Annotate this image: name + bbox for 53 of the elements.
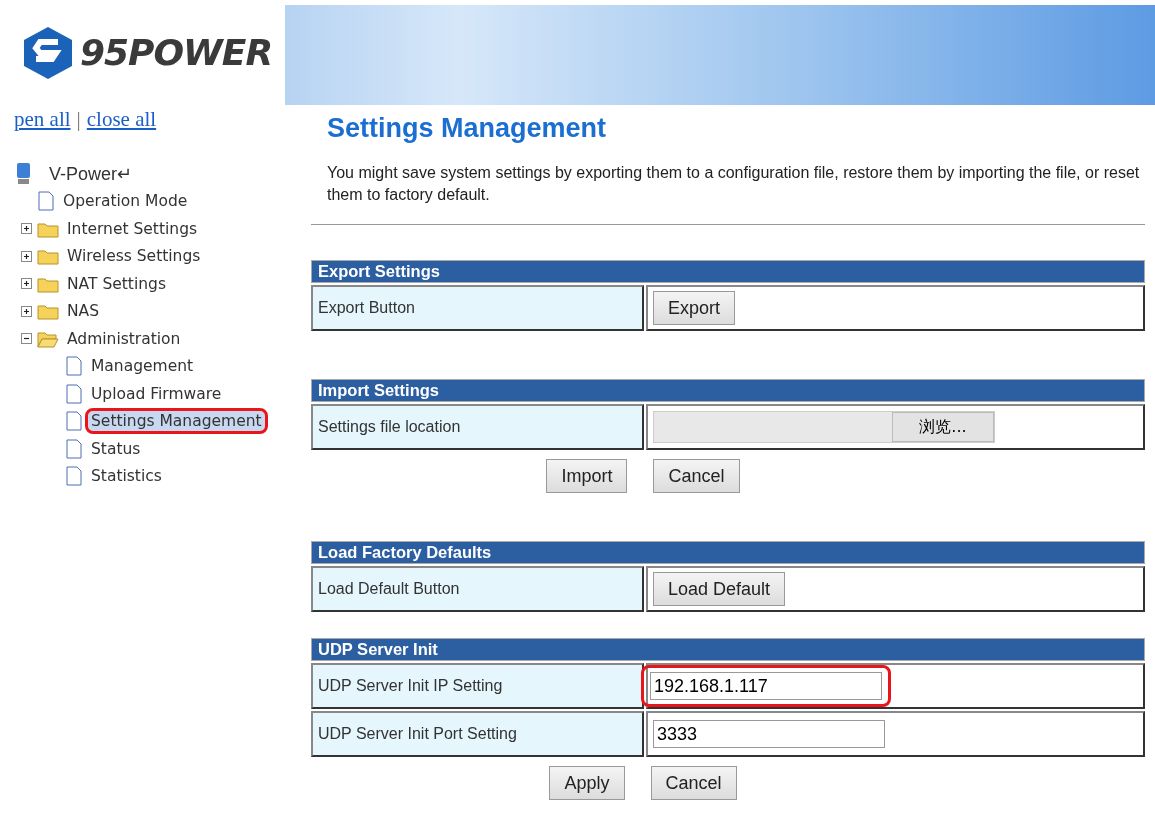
- expand-icon[interactable]: [21, 305, 32, 317]
- section-header: Export Settings: [311, 260, 1145, 283]
- expand-icon[interactable]: [21, 250, 32, 262]
- tree-item[interactable]: Upload Firmware: [88, 383, 225, 404]
- browse-button[interactable]: 浏览...: [892, 412, 994, 442]
- form-button[interactable]: Import: [546, 459, 628, 493]
- field-label: Export Button: [311, 285, 644, 331]
- tree-root[interactable]: V-Power↵: [49, 162, 133, 185]
- file-field[interactable]: 浏览...: [653, 411, 995, 443]
- field-label: Settings file location: [311, 404, 644, 450]
- expand-icon[interactable]: [21, 278, 32, 290]
- tree-item[interactable]: Operation Mode: [60, 191, 191, 212]
- computer-icon: [16, 161, 32, 186]
- folder-icon: [37, 329, 59, 348]
- form-button[interactable]: Cancel: [650, 766, 737, 800]
- action-button[interactable]: Export: [653, 291, 736, 325]
- page-icon: [65, 411, 83, 432]
- tree-item[interactable]: Settings Management: [88, 411, 265, 432]
- page-title: Settings Management: [327, 113, 608, 144]
- folder-icon: [37, 247, 59, 266]
- field-label: UDP Server Init IP Setting: [311, 663, 644, 709]
- collapse-icon[interactable]: [21, 333, 32, 345]
- open-all-link[interactable]: pen all: [14, 107, 71, 132]
- expand-icon[interactable]: [21, 223, 32, 235]
- folder-icon: [37, 302, 59, 321]
- input-field[interactable]: 3333: [653, 720, 885, 748]
- action-button[interactable]: Load Default: [653, 572, 786, 606]
- input-field[interactable]: 192.168.1.117: [650, 672, 882, 700]
- logo-icon: [22, 24, 74, 81]
- page-icon: [65, 356, 83, 377]
- form-button[interactable]: Apply: [549, 766, 625, 800]
- section-header: Load Factory Defaults: [311, 541, 1145, 564]
- tree-item[interactable]: NAS: [64, 301, 103, 322]
- section-header: UDP Server Init: [311, 638, 1145, 661]
- logo-text: 95POWER: [80, 32, 273, 73]
- tree-item[interactable]: Wireless Settings: [64, 246, 204, 267]
- page-icon: [37, 191, 55, 212]
- page-description: You might save system settings by exporting them to a configuration file, restore them by importing the file, or reset them to factory default.: [327, 163, 1141, 205]
- separator: |: [76, 107, 81, 132]
- tree-item[interactable]: Internet Settings: [64, 218, 201, 239]
- form-button[interactable]: Cancel: [653, 459, 740, 493]
- page-icon: [65, 466, 83, 487]
- page-icon: [65, 383, 83, 404]
- tree-item[interactable]: Statistics: [88, 466, 165, 487]
- section-header: Import Settings: [311, 379, 1145, 402]
- tree-item[interactable]: NAT Settings: [64, 273, 169, 294]
- tree-item[interactable]: Status: [88, 438, 144, 459]
- page-icon: [65, 438, 83, 459]
- field-label: UDP Server Init Port Setting: [311, 711, 644, 757]
- field-label: Load Default Button: [311, 566, 644, 612]
- close-all-link[interactable]: close all: [86, 107, 157, 132]
- tree-item[interactable]: Management: [88, 356, 197, 377]
- tree-item[interactable]: Administration: [64, 328, 184, 349]
